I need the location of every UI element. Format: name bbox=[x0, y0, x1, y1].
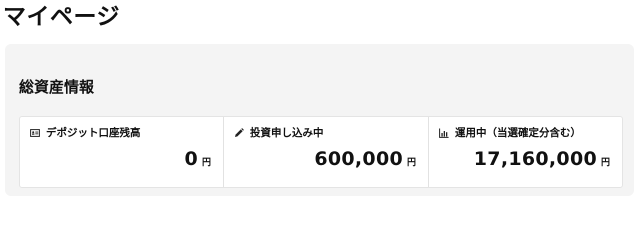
currency-unit: 円 bbox=[600, 158, 610, 168]
card-label: 運用中（当選確定分含む） bbox=[439, 126, 581, 140]
card-value: 17,160,000 円 bbox=[474, 147, 610, 171]
card-label: 投資申し込み中 bbox=[234, 126, 324, 140]
page-title: マイページ bbox=[3, 4, 121, 30]
asset-summary-cards: デポジット口座残高 0 円 投資申し込み中 600,000 円 運用中（当選確定… bbox=[19, 116, 623, 188]
section-title: 総資産情報 bbox=[19, 78, 95, 96]
bar-chart-icon bbox=[439, 128, 449, 138]
asset-summary-panel: 総資産情報 デポジット口座残高 0 円 投資申し込み中 600,000 円 運用… bbox=[5, 44, 634, 196]
pencil-icon bbox=[234, 128, 244, 138]
card-value: 600,000 円 bbox=[314, 147, 416, 171]
id-card-icon bbox=[30, 128, 40, 138]
deposit-balance-card: デポジット口座残高 0 円 bbox=[20, 117, 223, 187]
investment-application-card: 投資申し込み中 600,000 円 bbox=[223, 117, 428, 187]
investment-application-amount: 600,000 bbox=[314, 148, 403, 170]
in-operation-label: 運用中（当選確定分含む） bbox=[455, 127, 581, 139]
card-label: デポジット口座残高 bbox=[30, 126, 141, 140]
deposit-balance-label: デポジット口座残高 bbox=[46, 127, 141, 139]
currency-unit: 円 bbox=[201, 158, 211, 168]
deposit-balance-amount: 0 bbox=[184, 148, 198, 170]
in-operation-amount: 17,160,000 bbox=[473, 148, 597, 170]
card-value: 0 円 bbox=[184, 147, 211, 171]
in-operation-card: 運用中（当選確定分含む） 17,160,000 円 bbox=[428, 117, 622, 187]
currency-unit: 円 bbox=[406, 158, 416, 168]
investment-application-label: 投資申し込み中 bbox=[250, 127, 324, 139]
